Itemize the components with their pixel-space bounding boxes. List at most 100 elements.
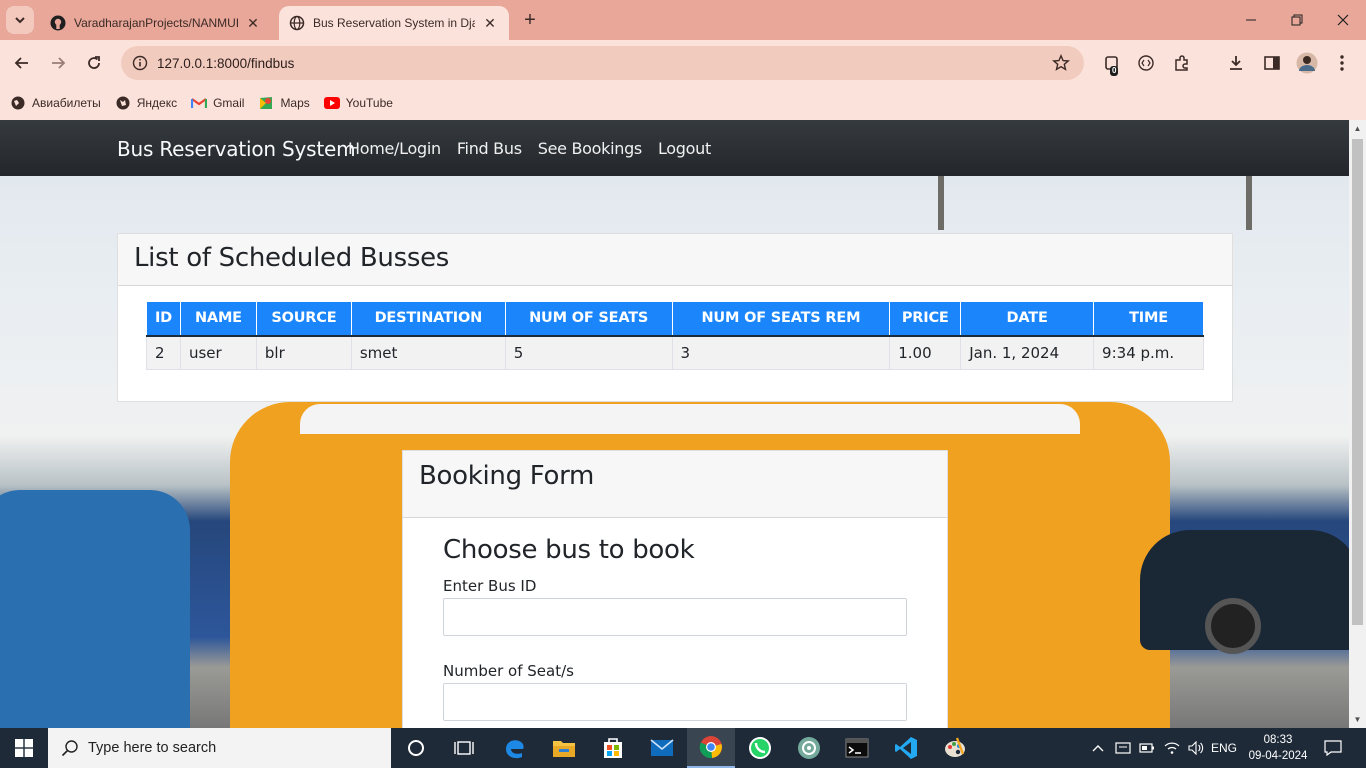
tray-volume[interactable]: [1185, 728, 1207, 768]
tab-github[interactable]: VaradharajanProjects/NANMUD ✕: [40, 6, 272, 40]
cell-name: user: [179, 335, 257, 370]
whatsapp-icon: [749, 737, 771, 759]
notifications-button[interactable]: [1316, 728, 1350, 768]
nav-find-bus[interactable]: Find Bus: [457, 139, 522, 158]
table-row: 2 user blr smet 5 3 1.00 Jan. 1, 2024 9:…: [146, 335, 1204, 370]
page-scrollbar[interactable]: ▲ ▼: [1349, 120, 1366, 728]
terminal-app[interactable]: [833, 728, 881, 768]
arrow-left-icon: [14, 57, 28, 69]
edge-app[interactable]: [491, 728, 539, 768]
forward-button[interactable]: [44, 49, 72, 77]
globe-icon: [10, 95, 26, 111]
page-viewport: Bus Reservation System Home/Login Find B…: [0, 120, 1349, 728]
extensions-button[interactable]: [1168, 49, 1196, 77]
tray-clock[interactable]: 08:33 09-04-2024: [1246, 732, 1310, 764]
scheduled-busses-title: List of Scheduled Busses: [134, 243, 450, 273]
minimize-button[interactable]: [1228, 0, 1274, 40]
taskbar-search-box[interactable]: Type here to search: [48, 728, 391, 768]
bookmark-aviabilety[interactable]: Авиабилеты: [10, 95, 101, 111]
restore-button[interactable]: [1274, 0, 1320, 40]
bookmark-yandex[interactable]: Яндекс: [115, 95, 177, 111]
file-explorer-app[interactable]: [540, 728, 588, 768]
vscode-icon: [895, 737, 917, 759]
bookmark-gmail[interactable]: Gmail: [191, 95, 244, 111]
task-view-button[interactable]: [440, 728, 488, 768]
cell-destination: smet: [350, 335, 506, 370]
store-app[interactable]: [589, 728, 637, 768]
col-source: SOURCE: [255, 301, 352, 337]
card-header: Booking Form: [403, 451, 947, 518]
vscode-app[interactable]: [882, 728, 930, 768]
extension-code-button[interactable]: [1132, 49, 1160, 77]
cell-source: blr: [255, 335, 352, 370]
scroll-up-arrow-icon[interactable]: ▲: [1349, 120, 1366, 137]
tray-wifi[interactable]: [1161, 728, 1183, 768]
bookmark-label: Яндекс: [136, 96, 178, 110]
site-navbar: Bus Reservation System Home/Login Find B…: [0, 120, 1349, 176]
nav-home-login[interactable]: Home/Login: [348, 139, 441, 158]
nav-logout[interactable]: Logout: [658, 139, 711, 158]
col-date: DATE: [960, 301, 1095, 337]
col-destination: DESTINATION: [350, 301, 506, 337]
cortana-button[interactable]: [392, 728, 440, 768]
cell-price: 1.00: [889, 335, 962, 370]
arrow-right-icon: [52, 57, 66, 69]
volume-icon: [1188, 741, 1204, 755]
new-tab-button[interactable]: +: [518, 8, 542, 32]
mail-app[interactable]: [638, 728, 686, 768]
tray-battery[interactable]: [1137, 728, 1157, 768]
cell-num-seats-rem: 3: [671, 335, 891, 370]
nav-see-bookings[interactable]: See Bookings: [538, 139, 643, 158]
bookmark-label: Gmail: [213, 96, 245, 110]
window-close-button[interactable]: [1320, 0, 1366, 40]
scroll-thumb[interactable]: [1352, 139, 1363, 625]
mail-icon: [650, 739, 674, 756]
site-info-icon[interactable]: [131, 54, 149, 72]
chatgpt-app[interactable]: [785, 728, 833, 768]
brand-link[interactable]: Bus Reservation System: [117, 137, 356, 161]
bus-id-input[interactable]: [443, 598, 907, 636]
chrome-app[interactable]: [687, 728, 735, 768]
card-header: List of Scheduled Busses: [118, 234, 1232, 286]
tab-search-button[interactable]: [6, 6, 34, 34]
close-icon[interactable]: ✕: [481, 14, 499, 32]
scroll-down-arrow-icon[interactable]: ▼: [1349, 711, 1366, 728]
start-button[interactable]: [0, 728, 48, 768]
reload-button[interactable]: [80, 49, 108, 77]
youtube-icon: [323, 95, 340, 111]
avatar-icon: [1296, 52, 1318, 74]
bookmark-youtube[interactable]: YouTube: [323, 95, 393, 111]
windows-logo-icon: [15, 739, 33, 757]
menu-button[interactable]: [1328, 49, 1356, 77]
tray-overflow-button[interactable]: [1088, 728, 1108, 768]
back-button[interactable]: [8, 49, 36, 77]
paint-palette-icon: [945, 737, 965, 757]
bookmark-star-icon[interactable]: [1052, 54, 1070, 72]
cortana-circle-icon: [408, 740, 424, 756]
seats-input[interactable]: [443, 683, 907, 721]
profile-button[interactable]: [1293, 49, 1321, 77]
paint-app[interactable]: [931, 728, 979, 768]
chatgpt-icon: [798, 737, 820, 759]
tray-language[interactable]: ENG: [1209, 728, 1239, 768]
github-icon: [50, 15, 66, 31]
chrome-icon: [699, 736, 722, 759]
tab-bus-reservation[interactable]: Bus Reservation System in Djang ✕: [279, 6, 509, 40]
bookmark-label: Maps: [280, 96, 310, 110]
bookmark-label: YouTube: [345, 96, 393, 110]
browser-toolbar: 127.0.0.1:8000/findbus: [0, 40, 1366, 113]
close-icon[interactable]: ✕: [244, 14, 262, 32]
windows-taskbar: Type here to search ENG 08:33 09-04-2024: [0, 728, 1366, 768]
bookmark-label: Авиабилеты: [32, 96, 101, 110]
reload-icon: [88, 56, 100, 69]
whatsapp-app[interactable]: [736, 728, 784, 768]
search-icon: [60, 738, 80, 758]
tab-strip: VaradharajanProjects/NANMUD ✕ Bus Reserv…: [0, 0, 1366, 40]
col-time: TIME: [1093, 301, 1204, 337]
tab-title: VaradharajanProjects/NANMUD: [74, 16, 238, 30]
side-panel-button[interactable]: [1258, 49, 1286, 77]
bookmark-maps[interactable]: Maps: [258, 95, 310, 111]
tray-meet-now[interactable]: [1112, 728, 1134, 768]
downloads-button[interactable]: [1222, 49, 1250, 77]
address-bar[interactable]: 127.0.0.1:8000/findbus: [121, 46, 1084, 80]
